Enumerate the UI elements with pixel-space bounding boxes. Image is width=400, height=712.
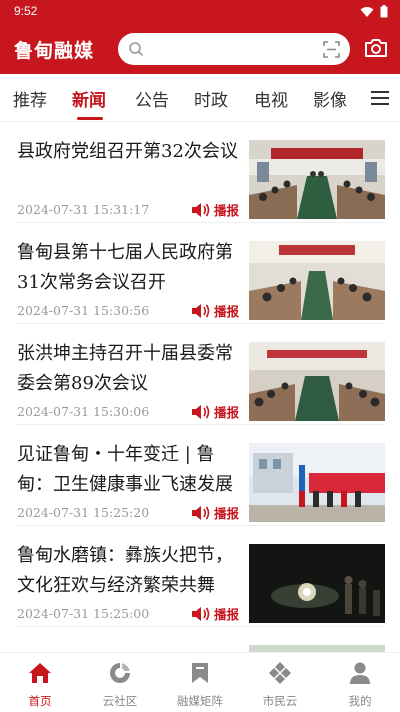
tab-recommend[interactable]: 推荐 (13, 86, 47, 111)
news-item[interactable] (0, 628, 400, 653)
person-icon (350, 662, 370, 684)
news-feed: 县政府党组召开第32次会议 2024-07-31 15:31:17 播报 鲁甸县… (0, 123, 400, 653)
app-header: 9:52 鲁甸融媒 (0, 0, 400, 74)
broadcast-button[interactable]: 播报 (191, 301, 239, 320)
speaker-icon (192, 202, 210, 217)
scan-icon[interactable] (323, 41, 340, 58)
news-title[interactable]: 张洪坤主持召开十届县委常委会第89次会议 (17, 339, 241, 399)
diamond-grid-icon (269, 662, 291, 684)
nav-label: 首页 (28, 694, 52, 708)
battery-icon (380, 5, 388, 18)
news-timestamp: 2024-07-31 15:31:17 (17, 202, 150, 217)
menu-icon[interactable] (371, 90, 389, 106)
home-icon (29, 663, 51, 683)
tab-announcement[interactable]: 公告 (135, 86, 169, 111)
nav-me[interactable]: 我的 (320, 653, 400, 712)
news-timestamp: 2024-07-31 15:30:56 (17, 303, 150, 318)
broadcast-label: 播报 (214, 304, 240, 319)
news-thumbnail[interactable] (249, 241, 385, 320)
broadcast-label: 播报 (214, 405, 240, 420)
nav-label: 融媒矩阵 (177, 694, 223, 708)
news-timestamp: 2024-07-31 15:25:20 (17, 505, 150, 520)
wifi-icon (360, 6, 374, 17)
news-item[interactable]: 张洪坤主持召开十届县委常委会第89次会议 2024-07-31 15:30:06… (0, 325, 400, 425)
news-item[interactable]: 鲁甸水磨镇：彝族火把节，文化狂欢与经济繁荣共舞 2024-07-31 15:25… (0, 527, 400, 627)
broadcast-button[interactable]: 播报 (191, 200, 239, 219)
tab-politics[interactable]: 时政 (194, 86, 228, 111)
news-timestamp: 2024-07-31 15:25:00 (17, 606, 150, 621)
news-thumbnail[interactable] (249, 140, 385, 219)
speaker-icon (192, 606, 210, 621)
nav-cloud-community[interactable]: 云社区 (80, 653, 160, 712)
nav-media-matrix[interactable]: 融媒矩阵 (160, 653, 240, 712)
meeting-photo (249, 241, 385, 320)
news-item[interactable]: 县政府党组召开第32次会议 2024-07-31 15:31:17 播报 (0, 123, 400, 223)
meeting-photo (249, 140, 385, 219)
broadcast-button[interactable]: 播报 (191, 604, 239, 623)
bottom-nav: 首页 云社区 融媒矩阵 市民云 我的 (0, 652, 400, 712)
news-item[interactable]: 鲁甸县第十七届人民政府第31次常务会议召开 2024-07-31 15:30:5… (0, 224, 400, 324)
divider (16, 525, 384, 526)
news-timestamp: 2024-07-31 15:30:06 (17, 404, 150, 419)
app-brand-title: 鲁甸融媒 (14, 40, 95, 62)
speaker-icon (192, 404, 210, 419)
cloud-community-icon (110, 663, 130, 683)
broadcast-button[interactable]: 播报 (191, 402, 239, 421)
search-bar[interactable] (118, 33, 350, 65)
camera-icon[interactable] (364, 38, 388, 58)
news-thumbnail[interactable] (249, 544, 385, 623)
divider (16, 626, 384, 627)
divider (16, 424, 384, 425)
status-icons (360, 5, 388, 18)
news-title[interactable]: 鲁甸县第十七届人民政府第31次常务会议召开 (17, 238, 241, 298)
broadcast-label: 播报 (214, 506, 240, 521)
torch-festival-photo (249, 544, 385, 623)
search-icon (129, 42, 143, 56)
tab-news[interactable]: 新闻 (72, 86, 106, 111)
news-title[interactable]: 县政府党组召开第32次会议 (17, 137, 241, 167)
nav-label: 我的 (348, 694, 372, 708)
nav-citizen-cloud[interactable]: 市民云 (240, 653, 320, 712)
speaker-icon (192, 505, 210, 520)
meeting-photo (249, 342, 385, 421)
news-title[interactable]: 见证鲁甸・十年变迁 | 鲁甸：卫生健康事业飞速发展 (17, 440, 241, 500)
broadcast-label: 播报 (214, 203, 240, 218)
news-thumbnail[interactable] (249, 443, 385, 522)
broadcast-label: 播报 (214, 607, 240, 622)
speaker-icon (192, 303, 210, 318)
bookmark-icon (192, 663, 208, 683)
status-time: 9:52 (14, 4, 38, 18)
category-tabs: 推荐 新闻 公告 时政 电视 影像 (0, 74, 400, 122)
broadcast-button[interactable]: 播报 (191, 503, 239, 522)
nav-label: 云社区 (102, 694, 138, 708)
divider (16, 222, 384, 223)
divider (16, 323, 384, 324)
tab-video[interactable]: 影像 (313, 86, 347, 111)
tab-tv[interactable]: 电视 (254, 86, 288, 111)
status-bar: 9:52 (0, 0, 400, 24)
news-thumbnail[interactable] (249, 342, 385, 421)
active-tab-indicator (77, 117, 103, 120)
ceremony-photo (249, 443, 385, 522)
news-title[interactable]: 鲁甸水磨镇：彝族火把节，文化狂欢与经济繁荣共舞 (17, 541, 241, 601)
nav-home[interactable]: 首页 (0, 653, 80, 712)
news-item[interactable]: 见证鲁甸・十年变迁 | 鲁甸：卫生健康事业飞速发展 2024-07-31 15:… (0, 426, 400, 526)
nav-label: 市民云 (262, 694, 298, 708)
